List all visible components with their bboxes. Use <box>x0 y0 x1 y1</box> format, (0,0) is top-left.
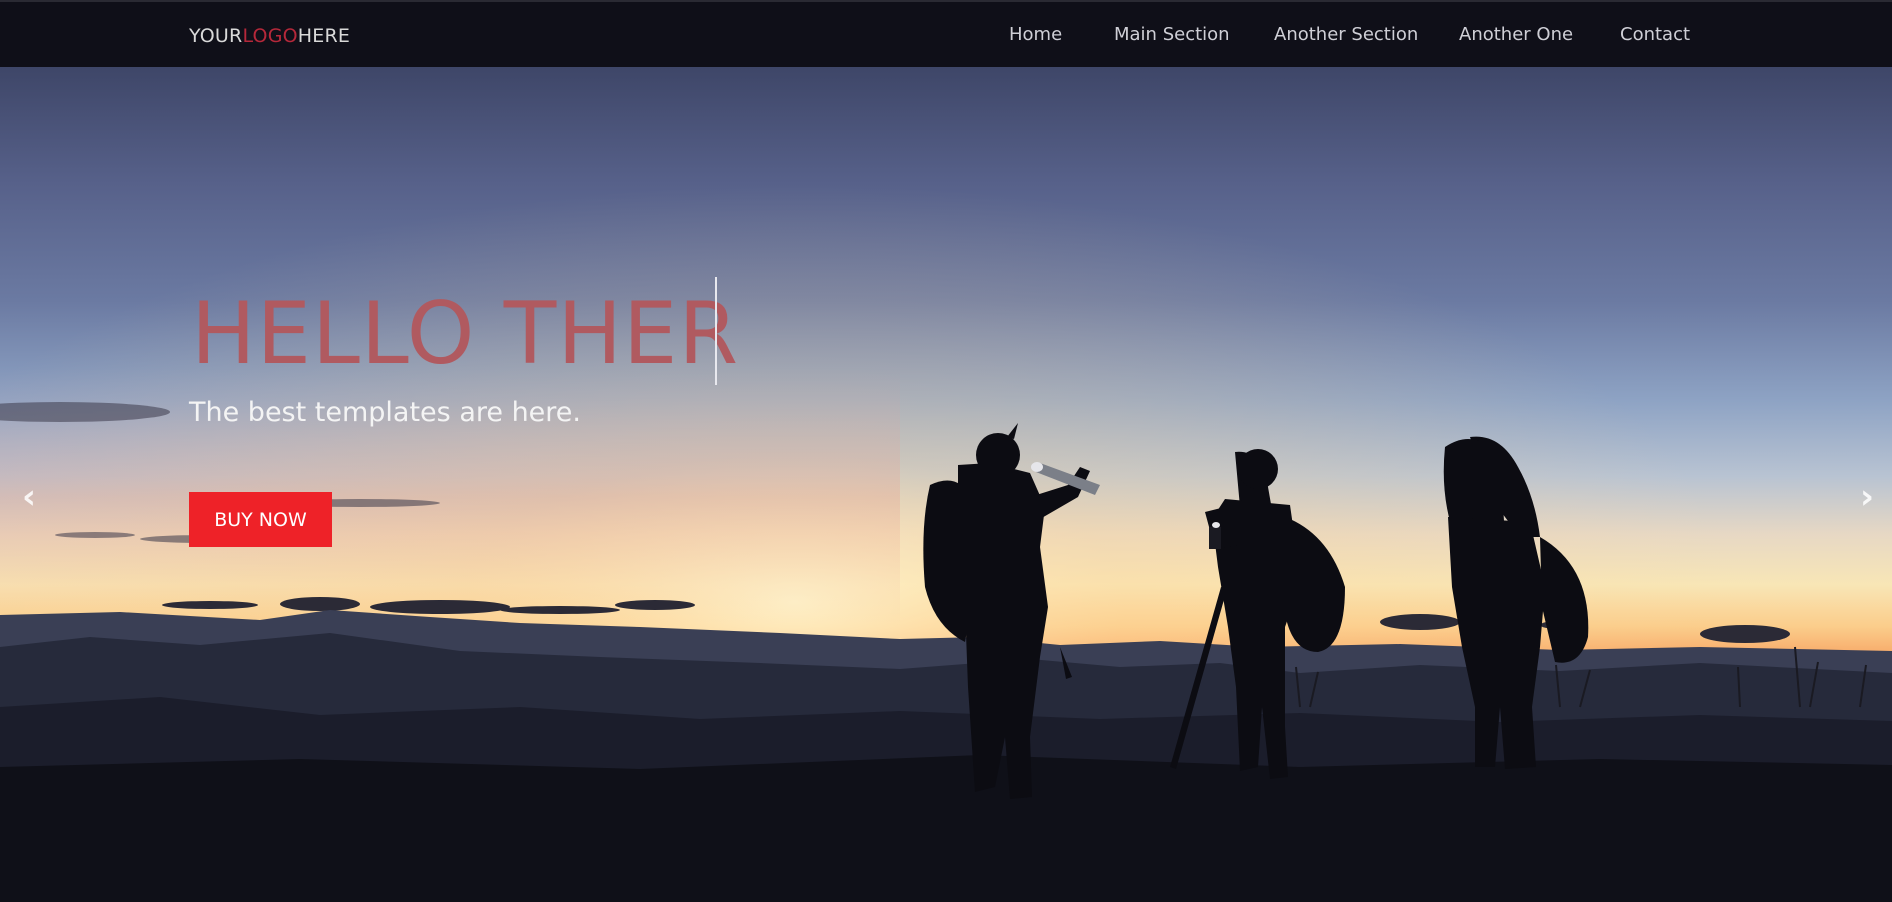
nav-contact[interactable]: Contact <box>1620 24 1690 45</box>
chevron-right-icon[interactable]: › <box>1852 477 1882 517</box>
nav-home[interactable]: Home <box>1009 24 1062 45</box>
nav-main-section[interactable]: Main Section <box>1114 24 1230 45</box>
chevron-left-icon[interactable]: ‹ <box>14 477 44 517</box>
hero-background-image <box>0 67 1892 902</box>
typing-cursor <box>715 277 717 385</box>
hero-headline: HELLO THER <box>191 284 740 384</box>
main-nav: Home Main Section Another Section Anothe… <box>0 24 1892 48</box>
hero-subtitle: The best templates are here. <box>189 397 581 428</box>
nav-another-section[interactable]: Another Section <box>1274 24 1418 45</box>
buy-now-button[interactable]: BUY NOW <box>189 492 332 547</box>
nav-another-one[interactable]: Another One <box>1459 24 1573 45</box>
landing-page: YOURLOGOHERE Home Main Section Another S… <box>0 0 1892 902</box>
top-navbar: YOURLOGOHERE Home Main Section Another S… <box>0 0 1892 67</box>
hero-slider: HELLO THER The best templates are here. … <box>0 67 1892 902</box>
